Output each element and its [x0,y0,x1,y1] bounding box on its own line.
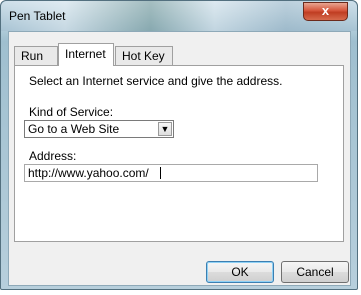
kind-of-service-value: Go to a Web Site [28,122,120,136]
address-label: Address: [29,149,77,163]
tab-run[interactable]: Run [14,46,58,65]
close-icon: x [321,3,330,18]
tab-hot-key[interactable]: Hot Key [115,46,173,65]
close-button[interactable]: x [303,2,348,21]
cancel-button[interactable]: Cancel [281,261,349,283]
dialog-client-area: Run Internet Hot Key Select an Internet … [8,31,351,286]
window-title: Pen Tablet [9,9,66,23]
tab-internet[interactable]: Internet [58,43,114,66]
address-input[interactable] [24,164,318,182]
title-bar[interactable]: Pen Tablet x [1,1,357,31]
instruction-text: Select an Internet service and give the … [29,74,283,88]
ok-button[interactable]: OK [206,261,274,283]
kind-of-service-label: Kind of Service: [29,105,114,119]
kind-of-service-dropdown[interactable]: Go to a Web Site ▼ [24,120,174,138]
chevron-down-icon[interactable]: ▼ [158,122,172,136]
pen-tablet-dialog: Pen Tablet x Run Internet Hot Key Select… [0,0,358,290]
text-caret [160,167,161,179]
